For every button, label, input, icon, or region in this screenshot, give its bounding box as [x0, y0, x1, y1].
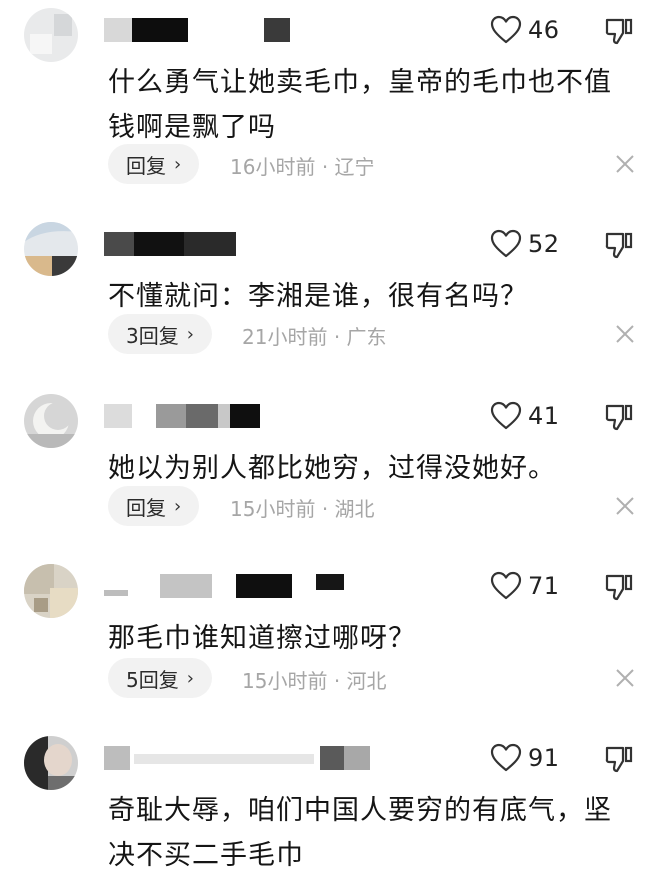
separator: · [321, 497, 329, 521]
location: 辽宁 [334, 155, 375, 179]
like-count: 46 [528, 16, 560, 44]
comment-text: 她以为别人都比她穷，过得没她好。 [108, 453, 556, 484]
separator: · [333, 325, 341, 349]
like-count: 41 [528, 402, 560, 430]
comment-meta: 5回复 › 15小时前 · 河北 [108, 658, 648, 700]
comment-text: 那毛巾谁知道擦过哪呀？ [108, 623, 416, 654]
like-count: 52 [528, 230, 560, 258]
like-button[interactable]: 52 [490, 226, 560, 262]
heart-icon [490, 401, 522, 430]
comment-text: 不懂就问：李湘是谁，很有名吗？ [108, 281, 528, 312]
close-icon[interactable] [614, 323, 636, 345]
timestamp: 21小时前 [242, 325, 328, 349]
like-button[interactable]: 41 [490, 398, 560, 434]
separator: · [333, 669, 341, 693]
close-icon[interactable] [614, 153, 636, 175]
comment-meta: 回复 › 16小时前 · 辽宁 [108, 144, 648, 186]
avatar[interactable] [24, 8, 78, 62]
close-icon[interactable] [614, 667, 636, 689]
chevron-right-icon: › [174, 495, 182, 517]
chevron-right-icon: › [186, 323, 194, 345]
thumbs-down-icon[interactable] [604, 402, 634, 432]
location: 河北 [346, 669, 387, 693]
thumbs-down-icon[interactable] [604, 230, 634, 260]
reply-label: 回复 [126, 153, 166, 178]
location: 湖北 [334, 497, 375, 521]
like-button[interactable]: 46 [490, 12, 560, 48]
reply-button[interactable]: 3回复 › [108, 314, 212, 354]
reply-label: 回复 [126, 495, 166, 520]
reply-button[interactable]: 回复 › [108, 144, 200, 184]
chevron-right-icon: › [186, 667, 194, 689]
comment-text: 奇耻大辱，咱们中国人要穷的有底气，坚决不买二手毛巾 [108, 795, 612, 871]
comment-meta: 3回复 › 21小时前 · 广东 [108, 314, 648, 356]
like-button[interactable]: 91 [490, 740, 560, 776]
timestamp-location: 15小时前 · 湖北 [230, 493, 375, 522]
reply-label: 5回复 [126, 667, 179, 692]
avatar[interactable] [24, 222, 78, 276]
comment-text: 什么勇气让她卖毛巾，皇帝的毛巾也不值钱啊是飘了吗 [108, 67, 612, 143]
avatar[interactable] [24, 736, 78, 790]
heart-icon [490, 15, 522, 44]
username-redacted[interactable] [104, 404, 344, 430]
timestamp-location: 16小时前 · 辽宁 [230, 151, 375, 180]
timestamp: 15小时前 [230, 497, 316, 521]
username-redacted[interactable] [104, 232, 344, 258]
timestamp: 15小时前 [242, 669, 328, 693]
comment-meta: 回复 › 15小时前 · 湖北 [108, 486, 648, 528]
timestamp-location: 21小时前 · 广东 [242, 321, 387, 350]
like-button[interactable]: 71 [490, 568, 560, 604]
username-redacted[interactable] [104, 574, 344, 600]
username-redacted[interactable] [104, 18, 344, 44]
heart-icon [490, 571, 522, 600]
avatar[interactable] [24, 394, 78, 448]
like-count: 91 [528, 744, 560, 772]
thumbs-down-icon[interactable] [604, 16, 634, 46]
comment-feed: 46 什么勇气让她卖毛巾，皇帝的毛巾也不值钱啊是飘了吗 回复 › 16小时前 ·… [0, 0, 665, 878]
close-icon[interactable] [614, 495, 636, 517]
like-count: 71 [528, 572, 560, 600]
reply-button[interactable]: 回复 › [108, 486, 200, 526]
heart-icon [490, 229, 522, 258]
heart-icon [490, 743, 522, 772]
chevron-right-icon: › [174, 153, 182, 175]
thumbs-down-icon[interactable] [604, 572, 634, 602]
separator: · [321, 155, 329, 179]
location: 广东 [346, 325, 387, 349]
username-redacted[interactable] [104, 746, 370, 772]
timestamp-location: 15小时前 · 河北 [242, 665, 387, 694]
reply-button[interactable]: 5回复 › [108, 658, 212, 698]
reply-label: 3回复 [126, 323, 179, 348]
timestamp: 16小时前 [230, 155, 316, 179]
thumbs-down-icon[interactable] [604, 744, 634, 774]
avatar[interactable] [24, 564, 78, 618]
